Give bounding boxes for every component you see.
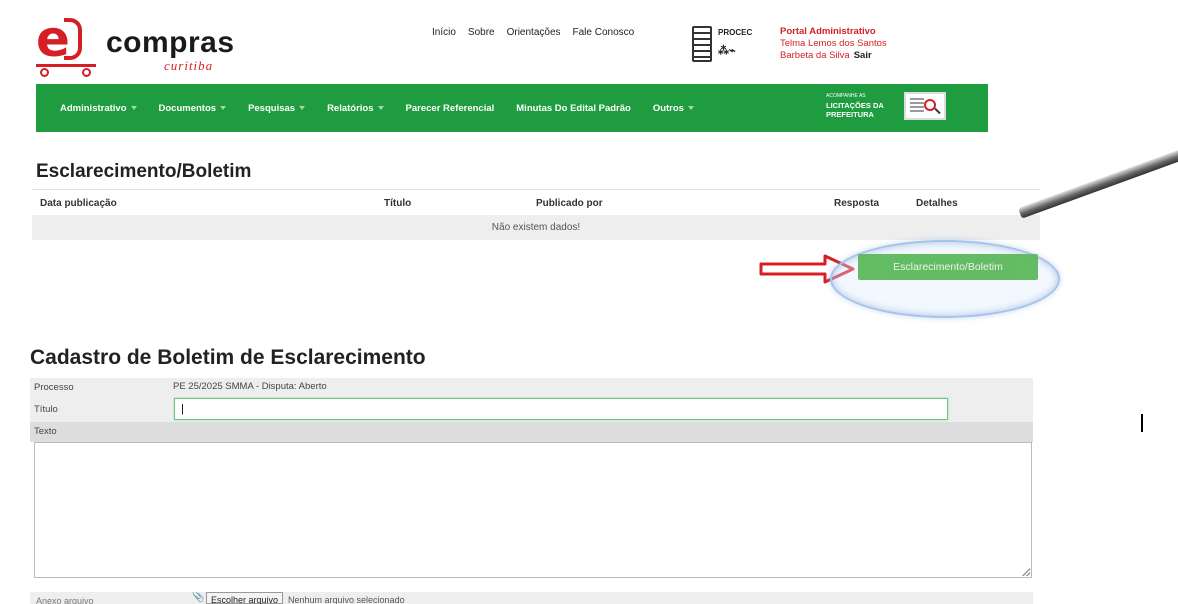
nav-orientacoes[interactable]: Orientações [507,27,561,38]
chevron-down-icon [687,106,694,110]
menu-label: Pesquisas [248,102,296,114]
magnifier-handle-icon [1018,149,1178,219]
menu-outros[interactable]: Outros [653,103,694,114]
texto-textarea[interactable] [34,442,1032,578]
menu-pesquisas[interactable]: Pesquisas [248,102,306,114]
main-menu: Administrativo Documentos Pesquisas Rela… [36,84,988,132]
titulo-label: Título [34,404,58,415]
form-title: Cadastro de Boletim de Esclarecimento [30,346,426,369]
resize-grip-icon[interactable] [1022,568,1030,576]
ecompras-logo[interactable]: e compras curitiba [36,12,246,78]
nav-sobre[interactable]: Sobre [468,27,495,38]
col-data-publicacao: Data publicação [40,198,117,209]
logo-cart-bracket [64,18,82,60]
chevron-down-icon [130,106,137,110]
text-cursor-icon [1141,414,1143,432]
menu-minutas-edital[interactable]: Minutas Do Edital Padrão [516,103,631,114]
cart-wheel-icon [82,68,91,77]
col-resposta: Resposta [834,198,880,209]
col-publicado-por: Publicado por [536,198,603,209]
cart-wheel-icon [40,68,49,77]
titulo-row: Título [30,396,1033,422]
col-detalhes: Detalhes [916,198,958,209]
user-panel: Portal Administrativo Telma Lemos dos Sa… [780,26,887,62]
licitacoes-label: LICITAÇÕES DA PREFEITURA [826,101,884,119]
logo-subtitle: curitiba [164,58,214,73]
anexo-label: Anexo arquivo [36,596,94,604]
procec-label: PROCEC [718,28,753,37]
titulo-input[interactable] [174,398,948,420]
nav-fale-conosco[interactable]: Fale Conosco [573,27,635,38]
menu-label: Outros [652,102,684,114]
portal-title: Portal Administrativo [780,26,876,37]
user-name-line2: Barbeta da Silva [780,50,850,61]
procec-logo[interactable]: PROCEC ⁂⌁ [692,26,768,68]
processo-row: Processo PE 25/2025 SMMA - Disputa: Aber… [30,378,1033,396]
licitacoes-small-label: ACOMPANHE AS [826,93,866,99]
menu-label: Parecer Referencial [405,102,495,114]
nav-inicio[interactable]: Início [432,27,456,38]
texto-label: Texto [34,426,57,437]
processo-value: PE 25/2025 SMMA - Disputa: Aberto [173,381,327,392]
top-nav: Início Sobre Orientações Fale Conosco [432,27,634,38]
menu-administrativo[interactable]: Administrativo [60,103,137,114]
boletim-form: Processo PE 25/2025 SMMA - Disputa: Aber… [30,378,1033,442]
chevron-down-icon [220,106,227,110]
chevron-down-icon [299,106,306,110]
processo-label: Processo [34,382,74,393]
document-icon [692,26,712,62]
menu-parecer-referencial[interactable]: Parecer Referencial [406,103,495,114]
search-monitor-icon[interactable] [904,92,946,120]
user-name-line1: Telma Lemos dos Santos [780,38,887,49]
procec-mark-icon: ⁂⌁ [718,45,736,57]
menu-documentos[interactable]: Documentos [159,103,227,114]
col-titulo: Título [384,198,412,209]
empty-table-message: Não existem dados! [32,215,1040,240]
paperclip-icon: 📎 [192,592,205,603]
menu-label: Administrativo [60,102,127,114]
no-file-selected-text: Nenhum arquivo selecionado [288,595,405,604]
monitor-lines [910,98,924,112]
magnifier-handle [934,107,941,115]
esclarecimento-boletim-button[interactable]: Esclarecimento/Boletim [858,254,1038,280]
logout-link[interactable]: Sair [854,50,872,61]
chevron-down-icon [377,106,384,110]
menu-relatorios[interactable]: Relatórios [327,102,384,114]
logo-word: compras [106,26,235,59]
menu-label: Relatórios [327,102,374,114]
table-header: Data publicação Título Publicado por Res… [32,189,1040,215]
page-title-esclarecimento: Esclarecimento/Boletim [36,161,252,182]
logo-cart-base [36,64,96,67]
anexo-row: Anexo arquivo 📎 Escolher arquivo Nenhum … [30,592,1033,604]
choose-file-button[interactable]: Escolher arquivo [206,592,284,604]
texto-row: Texto [30,422,1033,442]
menu-label: Documentos [158,102,217,114]
licitacoes-banner[interactable]: ACOMPANHE AS LICITAÇÕES DA PREFEITURA [826,92,890,122]
menu-label: Minutas Do Edital Padrão [516,102,631,114]
